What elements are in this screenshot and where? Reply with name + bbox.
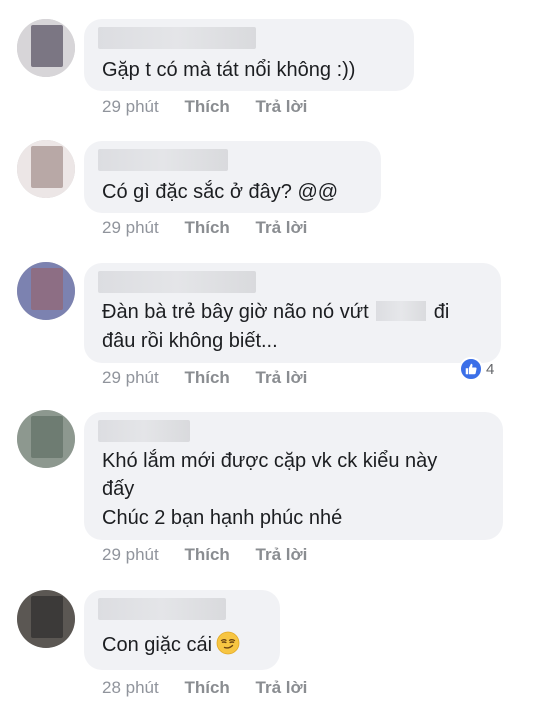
comment-text: Có gì đặc sắc ở đây? @@: [102, 181, 339, 203]
like-reaction-icon: [459, 357, 483, 381]
reaction-summary[interactable]: 4: [459, 357, 495, 381]
reaction-count: 4: [486, 360, 495, 378]
comment-actions: 29 phút Thích Trả lời: [102, 97, 328, 117]
comment-time[interactable]: 29 phút: [102, 545, 159, 564]
redacted-author-name: [98, 149, 228, 171]
comment-time[interactable]: 29 phút: [102, 218, 159, 237]
smirk-emoji-icon: [216, 631, 240, 655]
redacted-author-name: [98, 271, 256, 293]
like-link[interactable]: Thích: [184, 545, 229, 564]
avatar[interactable]: [17, 410, 75, 468]
comment-actions: 29 phút Thích Trả lời: [102, 368, 328, 388]
comment-text-part: đi: [433, 301, 450, 323]
comment-text: Khó lắm mới được cặp vk ck kiểu này: [102, 450, 438, 472]
like-link[interactable]: Thích: [184, 97, 229, 116]
comment-list: Gặp t có mà tát nổi không :)) 29 phút Th…: [0, 0, 539, 709]
reply-link[interactable]: Trả lời: [256, 97, 308, 116]
comment-bubble: Con giặc cái: [84, 590, 280, 670]
like-link[interactable]: Thích: [184, 368, 229, 387]
comment-text: Đàn bà trẻ bây giờ não nó vứt đi: [102, 298, 449, 327]
comment-bubble: Khó lắm mới được cặp vk ck kiểu này đấy …: [84, 412, 503, 540]
reply-link[interactable]: Trả lời: [256, 545, 308, 564]
redacted-author-name: [98, 420, 190, 442]
comment-bubble: Có gì đặc sắc ở đây? @@: [84, 141, 381, 213]
comment-time[interactable]: 28 phút: [102, 678, 159, 697]
redacted-author-name: [98, 598, 226, 620]
comment-text: đâu rồi không biết...: [102, 330, 278, 352]
redacted-word: [376, 301, 427, 321]
comment-bubble: Đàn bà trẻ bây giờ não nó vứt đi đâu rồi…: [84, 263, 501, 363]
like-link[interactable]: Thích: [184, 678, 229, 697]
redacted-author-name: [98, 27, 256, 49]
like-link[interactable]: Thích: [184, 218, 229, 237]
comment-text-part: Con giặc cái: [102, 634, 213, 656]
avatar[interactable]: [17, 262, 75, 320]
comment-text: Gặp t có mà tát nổi không :)): [102, 59, 356, 81]
reply-link[interactable]: Trả lời: [256, 678, 308, 697]
avatar[interactable]: [17, 140, 75, 198]
comment-bubble: Gặp t có mà tát nổi không :)): [84, 19, 414, 91]
comment-time[interactable]: 29 phút: [102, 97, 159, 116]
comment-actions: 28 phút Thích Trả lời: [102, 678, 328, 698]
comment-text: Chúc 2 bạn hạnh phúc nhé: [102, 507, 343, 529]
avatar[interactable]: [17, 590, 75, 648]
comment-text: đấy: [102, 478, 135, 500]
comment-time[interactable]: 29 phút: [102, 368, 159, 387]
reply-link[interactable]: Trả lời: [256, 218, 308, 237]
comment-actions: 29 phút Thích Trả lời: [102, 545, 328, 565]
comment-actions: 29 phút Thích Trả lời: [102, 218, 328, 238]
comment-text: Con giặc cái: [102, 631, 240, 660]
avatar[interactable]: [17, 19, 75, 77]
reply-link[interactable]: Trả lời: [256, 368, 308, 387]
comment-text-part: Đàn bà trẻ bây giờ não nó vứt: [102, 301, 369, 323]
